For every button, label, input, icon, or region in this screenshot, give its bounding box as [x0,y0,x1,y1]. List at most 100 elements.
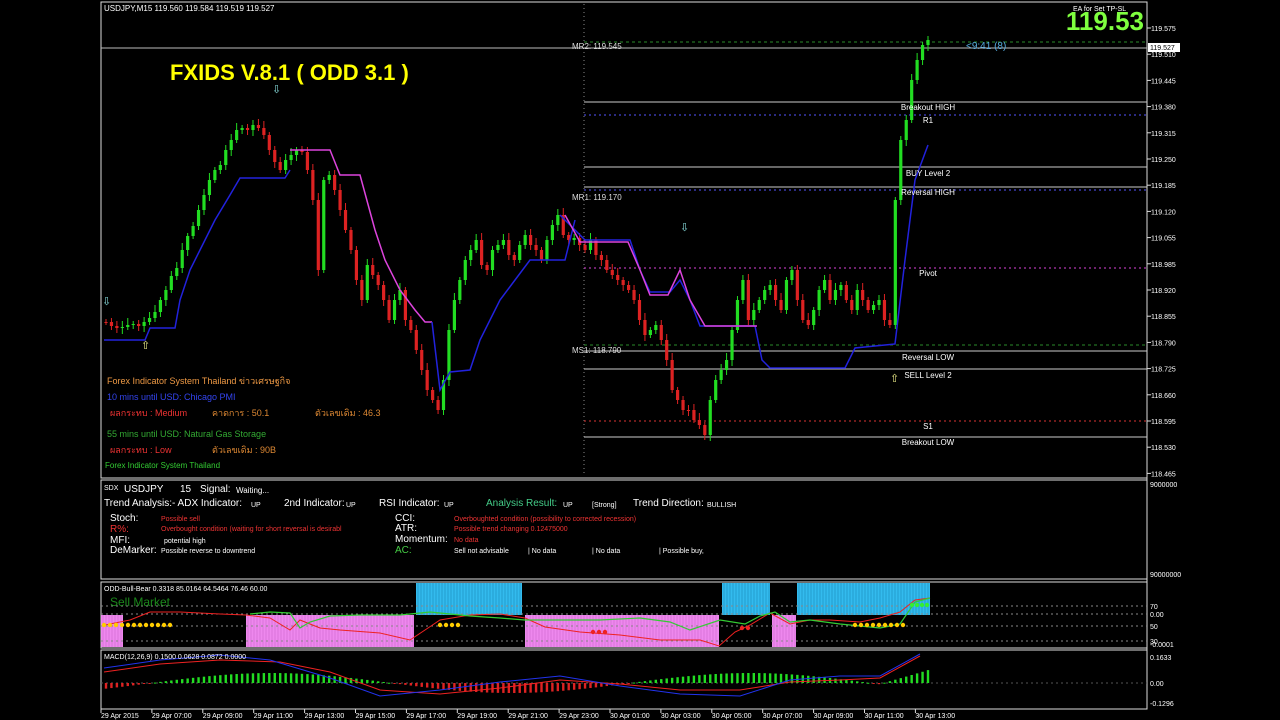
macd-bar [251,673,255,683]
candle-body [539,250,544,260]
macd-bar [719,673,723,683]
big-price: 119.53 [1066,6,1144,36]
candle-body [267,135,271,150]
page-title: FXIDS V.8.1 ( ODD 3.1 ) [170,60,409,85]
stoch-key: Stoch: [110,513,138,524]
odd-dot [449,622,455,628]
trend-direction: Trend Direction: [633,498,704,509]
current-price-text: 119.527 [1150,45,1175,52]
odd-dot [107,622,113,628]
odd-dot [858,622,864,628]
candle-body [681,400,685,410]
candle-body [556,215,560,225]
candle-body [469,250,473,260]
macd-bar [638,681,641,683]
macd-scale: 0.1633 0.00 -0.1296 [1150,655,1174,708]
macd-bar [551,683,554,692]
candle-body [137,324,141,326]
sdx-pair: USDJPY [124,484,164,495]
price-tick: 118.790 [1151,340,1176,347]
macd-bar [763,673,766,683]
odd-scale: 700.005030-0.0001 [1150,604,1174,649]
candle-body [572,238,576,240]
macd-bar [632,682,636,684]
stoch-value: Possible sell [161,516,200,523]
candle-body [855,290,859,310]
odd-overlay: Sell Market [110,595,171,609]
system-footer: Forex Indicator System Thailand [105,461,220,470]
strength-value: [Strong] [592,502,617,509]
candle-body [169,276,173,290]
macd-bar [507,683,511,693]
timer: <9:41 (8) [966,41,1006,52]
macd-bar [665,678,668,683]
time-tick: 29 Apr 15:00 [356,713,396,720]
macd-bar [594,683,598,688]
macd-bar [208,676,211,683]
candle-body [142,322,146,326]
candle-body [888,320,892,325]
macd-bar [915,673,919,683]
candle-body [621,280,625,285]
macd-bar [219,675,222,683]
candle-body [926,40,930,45]
candle-body [768,285,772,290]
macd-bar [736,673,739,683]
candle-body [692,410,696,420]
time-tick: 29 Apr 21:00 [508,713,548,720]
macd-bar [202,676,206,683]
candle-body [485,265,489,270]
arrow-down-icon: ⇩ [680,222,689,234]
odd-bear-block [772,615,796,647]
candle-body [175,268,179,276]
macd-bar [758,673,761,683]
odd-dot [437,622,443,628]
candle-body [708,400,712,435]
sdx-label: SDX [104,485,119,492]
odd-dot [876,622,882,628]
macd-bar [807,675,810,683]
candle-body [311,170,315,200]
chart-canvas[interactable]: USDJPY,M15 119.560 119.584 119.519 119.5… [0,0,1280,720]
symbol-bar: USDJPY,M15 119.560 119.584 119.519 119.5… [104,4,275,13]
candle-body [316,200,320,270]
candle-body [665,340,669,360]
odd-dot [888,622,894,628]
r1-label: R1 [923,116,934,125]
candle-body [153,312,157,318]
macd-bar [899,678,902,683]
candle-body [224,150,228,165]
macd-bar [366,679,369,683]
macd-bar [240,673,244,683]
macd-bar [371,680,374,683]
odd-dot [101,622,107,628]
sdx-tf: 15 [180,484,192,495]
pivot-label: Pivot [919,269,938,278]
candle-body [158,300,163,312]
candle-body [616,275,620,280]
time-tick: 29 Apr 13:00 [305,713,345,720]
time-tick: 30 Apr 01:00 [610,713,650,720]
macd-bar [376,681,380,683]
macd-bar [235,674,238,683]
macd-bar [725,673,728,683]
candle-body [180,250,184,268]
macd-bar [513,683,516,693]
time-tick: 29 Apr 07:00 [152,713,192,720]
price-tick: 118.920 [1151,288,1176,295]
candle-body [779,300,783,310]
odd-dot [590,629,596,635]
candle-body [512,255,516,260]
macd-bar [866,682,870,684]
macd-bar [268,673,271,683]
sdx-scale-bottom: 90000000 [1150,572,1181,579]
candle-body [719,370,723,380]
macd-bar [387,682,391,684]
candle-body [583,245,587,250]
macd-bar [284,673,287,683]
candle-body [322,180,326,270]
macd-bar [115,683,119,688]
candle-body [420,350,424,370]
macd-bar [126,683,129,687]
mfi-value: potential high [164,538,206,545]
